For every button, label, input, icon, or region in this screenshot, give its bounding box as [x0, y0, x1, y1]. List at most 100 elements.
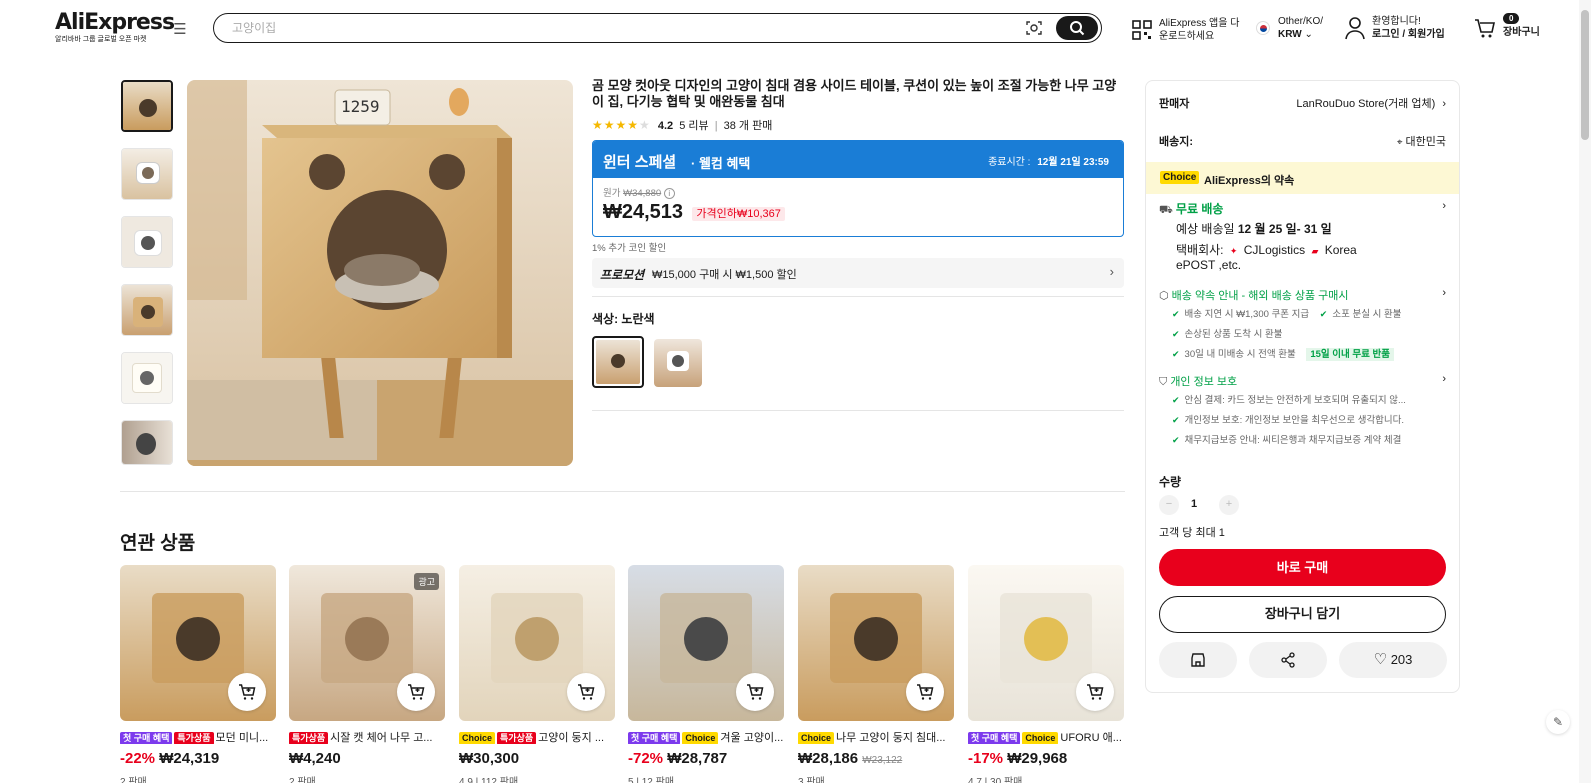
- price-row: ₩4,240: [289, 750, 445, 767]
- product-name: 겨울 고양이...: [720, 732, 784, 744]
- sales-meta: 2 판매: [289, 777, 316, 783]
- thumbnail-5[interactable]: [121, 352, 173, 404]
- related-product-image[interactable]: [120, 565, 276, 721]
- quantity-value[interactable]: 1: [1191, 498, 1197, 510]
- related-product-image[interactable]: [628, 565, 784, 721]
- free-shipping-row[interactable]: ⛟ 무료 배송 ›: [1159, 200, 1446, 218]
- add-to-cart-icon-button[interactable]: [397, 673, 435, 711]
- menu-icon[interactable]: ☰: [172, 22, 188, 38]
- ship-to-row[interactable]: 배송지: ⌖ 대한민국: [1159, 133, 1446, 149]
- store-button[interactable]: [1159, 642, 1237, 678]
- add-to-cart-icon-button[interactable]: [1076, 673, 1114, 711]
- epost-logo-icon: ▰: [1311, 246, 1319, 256]
- related-product-title[interactable]: 첫 구매 혜택 Choice UFORU 애...: [968, 729, 1124, 744]
- related-product-image[interactable]: 광고: [289, 565, 445, 721]
- add-to-cart-icon-button[interactable]: [906, 673, 944, 711]
- cart-plus-icon: [1087, 684, 1104, 700]
- coupon-row[interactable]: 프로모션 ₩15,000 구매 시 ₩1,500 할인 ›: [592, 258, 1124, 288]
- original-price-label: 원가: [603, 188, 621, 199]
- ship-to-label: 배송지:: [1159, 136, 1194, 148]
- feedback-icon[interactable]: ✎: [1546, 710, 1570, 734]
- scrollbar-thumb[interactable]: [1581, 10, 1589, 140]
- check-icon: ✔: [1172, 309, 1180, 319]
- related-product-image[interactable]: [459, 565, 615, 721]
- related-product-card[interactable]: Choice 특가상품 고양이 둥지 ... ₩30,300 4.9 | 112 판매: [459, 565, 615, 783]
- rating-value: 4.2: [657, 120, 674, 132]
- search-button[interactable]: [1056, 16, 1098, 40]
- related-product-card[interactable]: 첫 구매 혜택 Choice UFORU 애... -17% ₩29,968 4.7 |…: [968, 565, 1124, 783]
- thumbnail-6[interactable]: [121, 420, 173, 465]
- aliexpress-logo[interactable]: AliExpress 알리바바 그룹 글로벌 오픈 마켓: [55, 10, 175, 44]
- search-input[interactable]: [232, 19, 992, 37]
- add-to-cart-icon-button[interactable]: [228, 673, 266, 711]
- related-product-title[interactable]: Choice 특가상품 고양이 둥지 ...: [459, 729, 615, 744]
- g4-text: 30일 내 미배송 시 전액 환불: [1184, 349, 1296, 360]
- search-icon: [1070, 21, 1085, 36]
- delivery-date: 12 월 25 일- 31 일: [1237, 222, 1332, 236]
- product-badge: Choice: [1022, 731, 1059, 744]
- wishlist-button[interactable]: ♡ 203: [1339, 642, 1447, 678]
- discount-percent: -22%: [120, 750, 156, 767]
- image-search-icon[interactable]: [1025, 19, 1043, 37]
- color-option-yellow[interactable]: [592, 336, 644, 388]
- coupon-label: 프로모션: [600, 268, 645, 282]
- cart-label: 장바구니: [1503, 27, 1540, 38]
- logo-text: AliExpress: [55, 10, 175, 35]
- seller-row[interactable]: 판매자 LanRouDuo Store(거래 업체) ›: [1159, 95, 1446, 111]
- product-title: 곰 모양 컷아웃 디자인의 고양이 침대 겸용 사이드 테이블, 쿠션이 있는 …: [592, 78, 1117, 109]
- region-selector[interactable]: Other/KO/ KRW ⌄: [1256, 15, 1336, 41]
- ad-badge: 광고: [414, 573, 439, 590]
- color-option-white[interactable]: [654, 339, 702, 387]
- product-photo: 1259: [187, 80, 573, 466]
- chevron-right-icon: ›: [1442, 287, 1446, 299]
- carrier-3: ePOST ,etc.: [1176, 258, 1242, 272]
- related-product-card[interactable]: Choice 나무 고양이 둥지 침대... ₩28,186 ₩23,122 3 판매: [798, 565, 954, 783]
- promo-end-time: 12월 21일 23:59: [1037, 157, 1109, 168]
- related-product-title[interactable]: 첫 구매 혜택 특가상품 모던 미니...: [120, 729, 276, 744]
- related-product-image[interactable]: [968, 565, 1124, 721]
- main-product-image[interactable]: 1259: [187, 80, 573, 466]
- product-badge: Choice: [459, 731, 496, 744]
- cart-button[interactable]: 0 장바구니: [1474, 13, 1544, 41]
- info-icon[interactable]: i: [663, 188, 675, 199]
- buy-now-button[interactable]: 바로 구매: [1159, 549, 1446, 586]
- price-row: ₩28,186 ₩23,122: [798, 750, 954, 767]
- carrier-1: CJLogistics: [1243, 243, 1306, 257]
- product-hole: [345, 617, 389, 661]
- related-product-title[interactable]: 특가상품 시잘 캣 체어 나무 고...: [289, 729, 445, 744]
- login-link[interactable]: 로그인 / 회원가입: [1372, 29, 1445, 40]
- thumbnail-4[interactable]: [121, 284, 173, 336]
- privacy-row[interactable]: ⛉ 개인 정보 보호 ›: [1159, 373, 1446, 389]
- related-product-card[interactable]: 첫 구매 혜택 Choice 겨울 고양이... -72% ₩28,787 5 | 12…: [628, 565, 784, 783]
- related-product-title[interactable]: 첫 구매 혜택 Choice 겨울 고양이...: [628, 729, 784, 744]
- shield-icon: ⬡: [1159, 290, 1169, 302]
- thumbnail-3[interactable]: [121, 216, 173, 268]
- add-to-cart-icon-button[interactable]: [736, 673, 774, 711]
- share-button[interactable]: [1249, 642, 1327, 678]
- add-to-cart-button[interactable]: 장바구니 담기: [1159, 596, 1446, 633]
- privacy-line-2: ✔ 개인정보 보호: 개인정보 보안을 최우선으로 생각합니다.: [1172, 412, 1446, 426]
- cart-icon: [1475, 19, 1495, 38]
- guarantee-row[interactable]: ⬡ 배송 약속 안내 - 해외 배송 상품 구매시 ›: [1159, 287, 1446, 303]
- discount-percent: -17%: [968, 750, 1004, 767]
- korea-flag-icon: [1256, 21, 1270, 35]
- quantity-limit: 고객 당 최대 1: [1159, 527, 1225, 539]
- increase-button[interactable]: +: [1219, 495, 1239, 515]
- related-product-title[interactable]: Choice 나무 고양이 둥지 침대...: [798, 729, 954, 744]
- product-badge: 특가상품: [174, 731, 214, 744]
- related-product-card[interactable]: 광고특가상품 시잘 캣 체어 나무 고... ₩4,240 2 판매: [289, 565, 445, 783]
- related-product-card[interactable]: 첫 구매 혜택 특가상품 모던 미니... -22% ₩24,319 2 판매: [120, 565, 276, 783]
- thumbnail-1[interactable]: [121, 80, 173, 132]
- thumbnail-2[interactable]: [121, 148, 173, 200]
- add-to-cart-icon-button[interactable]: [567, 673, 605, 711]
- review-count[interactable]: 5 리뷰: [679, 120, 708, 132]
- decrease-button[interactable]: −: [1159, 495, 1179, 515]
- region-text: Other/KO/: [1278, 16, 1324, 27]
- discount-tag: 가격인하₩10,367: [692, 206, 785, 221]
- divider: [592, 410, 1124, 411]
- buy-now-label: 바로 구매: [1276, 560, 1329, 575]
- cart-plus-icon: [239, 684, 256, 700]
- product-name: 시잘 캣 체어 나무 고...: [330, 732, 433, 744]
- scrollbar[interactable]: [1579, 0, 1591, 783]
- related-product-image[interactable]: [798, 565, 954, 721]
